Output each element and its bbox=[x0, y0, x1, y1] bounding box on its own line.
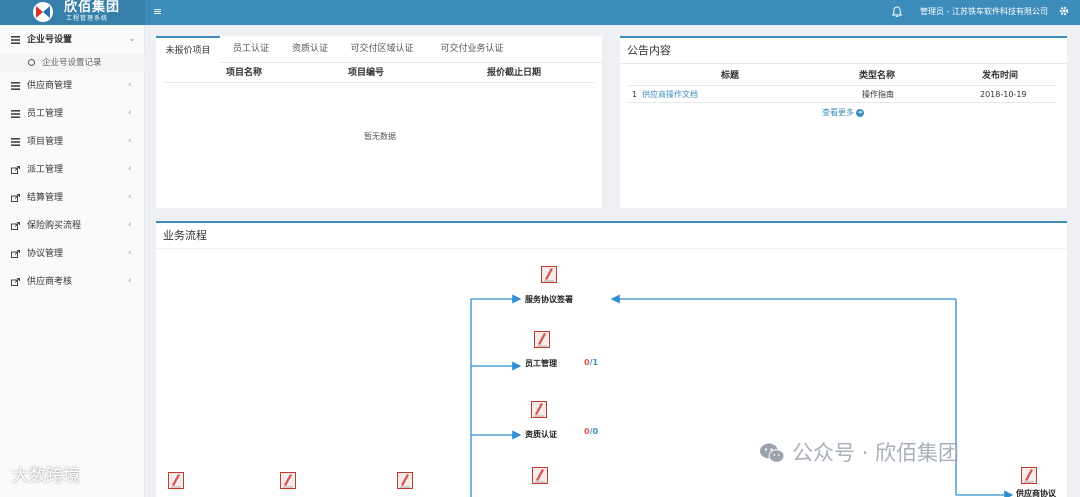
flow-node-employee-count: 0/1 bbox=[584, 358, 599, 367]
announcement-type: 操作指南 bbox=[862, 90, 894, 99]
sidebar-item-label: 供应商考核 bbox=[27, 277, 73, 287]
table-row-divider bbox=[628, 102, 1056, 103]
tab-qualification-certification[interactable]: 资质认证 bbox=[282, 36, 338, 63]
chevron-left-icon: ‹ bbox=[128, 164, 132, 174]
wechat-icon bbox=[760, 443, 785, 463]
view-more-label: 查看更多 bbox=[822, 108, 854, 117]
chevron-left-icon: ‹ bbox=[128, 248, 132, 258]
column-header-quote-deadline: 报价截止日期 bbox=[487, 68, 542, 78]
list-icon bbox=[11, 36, 20, 44]
pending-items-panel: 未报价项目 员工认证 资质认证 可交付区域认证 可交付业务认证 项目名称 项目编… bbox=[156, 36, 602, 208]
tab-delivery-business-certification[interactable]: 可交付业务认证 bbox=[426, 36, 518, 63]
column-header-project-number: 项目编号 bbox=[348, 68, 385, 78]
brand-logo-icon bbox=[33, 2, 53, 22]
tab-employee-certification[interactable]: 员工认证 bbox=[222, 36, 280, 63]
sidebar: 企业号设置 ⌄ 企业号设置记录 供应商管理 ‹ 员工管理 ‹ 项目管理 ‹ 派工… bbox=[0, 25, 145, 497]
view-more-link[interactable]: 查看更多 ➜ bbox=[822, 108, 864, 118]
document-pen-icon[interactable] bbox=[533, 330, 551, 349]
brand-subtitle: 工程管理系统 bbox=[66, 15, 109, 22]
column-header-publish-date: 发布时间 bbox=[982, 71, 1019, 81]
sidebar-item-enterprise-settings[interactable]: 企业号设置 ⌄ bbox=[0, 27, 145, 53]
arrow-right-circle-icon: ➜ bbox=[856, 108, 864, 117]
count-total: 1 bbox=[592, 358, 599, 367]
chevron-left-icon: ‹ bbox=[128, 220, 132, 230]
share-icon bbox=[11, 194, 20, 202]
chevron-left-icon: ‹ bbox=[128, 108, 132, 118]
announcement-date: 2018-10-19 bbox=[980, 90, 1027, 99]
column-header-title: 标题 bbox=[721, 71, 740, 81]
count-total: 0 bbox=[592, 427, 599, 436]
panel-title: 公告内容 bbox=[627, 44, 671, 57]
chevron-left-icon: ‹ bbox=[128, 276, 132, 286]
logo-area[interactable]: 欣佰集团 工程管理系统 bbox=[0, 0, 145, 25]
document-pen-icon[interactable] bbox=[167, 471, 185, 490]
sidebar-item-label: 结算管理 bbox=[27, 193, 64, 203]
gear-icon[interactable] bbox=[1054, 0, 1074, 25]
sidebar-item-label: 派工管理 bbox=[27, 165, 64, 175]
menu-toggle-icon[interactable]: ≡ bbox=[153, 5, 162, 19]
flow-node-qualification[interactable]: 资质认证 bbox=[525, 430, 557, 440]
chevron-left-icon: ‹ bbox=[128, 192, 132, 202]
circle-icon bbox=[28, 59, 35, 66]
sidebar-item-label: 供应商管理 bbox=[27, 81, 73, 91]
sidebar-item-supplier[interactable]: 供应商管理 ‹ bbox=[0, 73, 145, 99]
sidebar-item-dispatch[interactable]: 派工管理 ‹ bbox=[0, 157, 145, 183]
share-icon bbox=[11, 166, 20, 174]
document-pen-icon[interactable] bbox=[530, 400, 548, 419]
sidebar-item-employee[interactable]: 员工管理 ‹ bbox=[0, 101, 145, 127]
sidebar-item-project[interactable]: 项目管理 ‹ bbox=[0, 129, 145, 155]
list-icon bbox=[11, 82, 20, 90]
row-number: 1 bbox=[632, 90, 638, 99]
tab-delivery-area-certification[interactable]: 可交付区域认证 bbox=[340, 36, 424, 63]
announcement-panel: 公告内容 标题 类型名称 发布时间 1 供应商操作文档 操作指南 2018-10… bbox=[620, 36, 1067, 208]
sidebar-item-label: 协议管理 bbox=[27, 249, 64, 259]
sidebar-subitem-label: 企业号设置记录 bbox=[42, 58, 102, 68]
flow-node-service-agreement[interactable]: 服务协议签署 bbox=[525, 295, 573, 305]
document-pen-icon[interactable] bbox=[1020, 466, 1038, 485]
sidebar-item-label: 保险购买流程 bbox=[27, 221, 82, 231]
flow-node-employee-management[interactable]: 员工管理 bbox=[525, 359, 557, 369]
sidebar-item-insurance[interactable]: 保险购买流程 ‹ bbox=[0, 213, 145, 239]
document-pen-icon[interactable] bbox=[540, 265, 558, 284]
column-header-project-name: 项目名称 bbox=[226, 68, 263, 78]
sidebar-item-settlement[interactable]: 结算管理 ‹ bbox=[0, 185, 145, 211]
sidebar-item-label: 企业号设置 bbox=[27, 35, 73, 45]
sidebar-item-supplier-evaluation[interactable]: 供应商考核 ‹ bbox=[0, 269, 145, 295]
flow-node-supplier-agreement[interactable]: 供应商协议 bbox=[1016, 489, 1056, 497]
panel-divider bbox=[156, 248, 1067, 249]
column-header-type: 类型名称 bbox=[859, 71, 896, 81]
watermark-left: 大数跨境 bbox=[12, 466, 80, 486]
sidebar-item-agreement[interactable]: 协议管理 ‹ bbox=[0, 241, 145, 267]
list-icon bbox=[11, 110, 20, 118]
sidebar-subitem-enterprise-settings-record[interactable]: 企业号设置记录 bbox=[0, 54, 145, 72]
document-pen-icon[interactable] bbox=[531, 466, 549, 485]
panel-divider bbox=[620, 63, 1067, 64]
top-navbar: 欣佰集团 工程管理系统 ≡ 管理员 - 江苏铁车软件科技有限公司 bbox=[0, 0, 1080, 25]
document-pen-icon[interactable] bbox=[279, 471, 297, 490]
announcement-title-link[interactable]: 供应商操作文档 bbox=[642, 90, 698, 100]
sidebar-item-label: 项目管理 bbox=[27, 137, 64, 147]
share-icon bbox=[11, 278, 20, 286]
chevron-down-icon: ⌄ bbox=[128, 34, 136, 44]
share-icon bbox=[11, 222, 20, 230]
table-header-divider bbox=[628, 85, 1056, 86]
tab-unquoted-projects[interactable]: 未报价项目 bbox=[156, 36, 220, 63]
chevron-left-icon: ‹ bbox=[128, 80, 132, 90]
bell-icon[interactable] bbox=[890, 5, 904, 19]
brand-name: 欣佰集团 bbox=[64, 0, 121, 15]
table-header-divider bbox=[164, 82, 594, 83]
tab-bar: 未报价项目 员工认证 资质认证 可交付区域认证 可交付业务认证 bbox=[156, 36, 602, 63]
list-icon bbox=[11, 138, 20, 146]
flow-node-qualification-count: 0/0 bbox=[584, 427, 599, 436]
chevron-left-icon: ‹ bbox=[128, 136, 132, 146]
user-account-label[interactable]: 管理员 - 江苏铁车软件科技有限公司 bbox=[920, 7, 1048, 17]
empty-data-message: 暂无数据 bbox=[364, 132, 396, 141]
sidebar-item-label: 员工管理 bbox=[27, 109, 64, 119]
share-icon bbox=[11, 250, 20, 258]
watermark-right: 公众号 · 欣佰集团 bbox=[792, 441, 960, 465]
panel-title: 业务流程 bbox=[163, 229, 207, 242]
document-pen-icon[interactable] bbox=[396, 471, 414, 490]
